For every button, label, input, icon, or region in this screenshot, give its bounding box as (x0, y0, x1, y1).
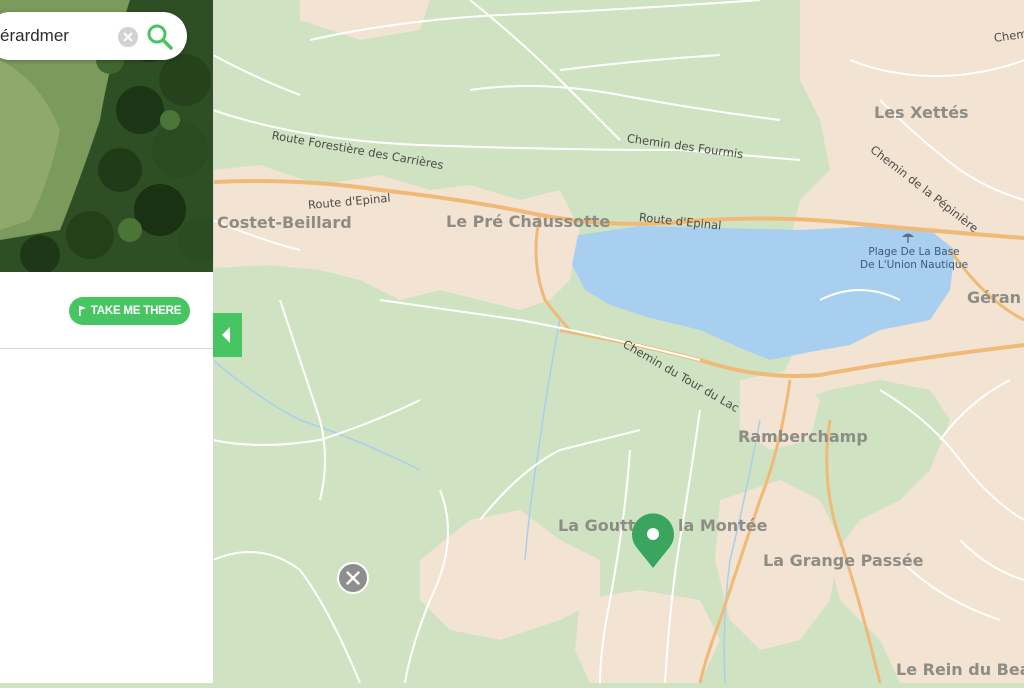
search-icon (147, 24, 173, 50)
place-label: Géran (967, 288, 1022, 307)
map-pin-icon[interactable] (628, 512, 678, 570)
take-me-there-button[interactable]: TAKE ME THERE (69, 297, 190, 325)
clear-button[interactable] (118, 27, 138, 47)
place-label: la Montée (678, 516, 768, 535)
search-button[interactable] (145, 22, 175, 52)
place-label: Le Rein du Bea (896, 660, 1024, 679)
search-box: érardmer (0, 12, 187, 60)
clear-icon (123, 32, 133, 42)
search-input[interactable]: érardmer (0, 26, 69, 46)
divider (0, 348, 213, 349)
place-label: Costet-Beillard (217, 213, 352, 232)
poi-label-line: De L'Union Nautique (860, 259, 969, 271)
place-label: La Grange Passée (763, 551, 924, 570)
take-me-there-label: TAKE ME THERE (90, 305, 182, 317)
place-label: Le Pré Chaussotte (446, 212, 611, 231)
side-panel: érardmer TAKE ME THERE (0, 0, 214, 683)
place-label: Les Xettés (874, 103, 969, 122)
place-label: La Goutt (558, 516, 636, 535)
poi-label: Plage De La Base De L'Union Nautique (860, 246, 968, 272)
place-label: Ramberchamp (738, 427, 868, 446)
poi-label-line: Plage De La Base (868, 246, 960, 258)
close-icon (337, 562, 369, 594)
flag-icon (78, 306, 86, 316)
chevron-left-icon (222, 327, 230, 343)
collapse-panel-button[interactable] (213, 313, 242, 357)
close-button[interactable] (336, 561, 370, 595)
